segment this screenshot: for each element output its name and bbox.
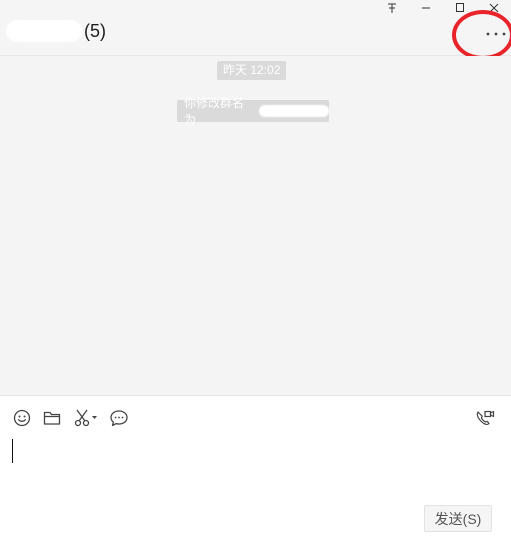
message-area[interactable]: 昨天 12:02 你修改群名为 <box>0 56 511 396</box>
folder-icon[interactable] <box>42 408 62 428</box>
more-dots-icon <box>486 32 506 36</box>
chat-title: (5) <box>6 17 106 45</box>
pin-icon[interactable] <box>375 0 409 16</box>
system-notice-text: 你修改群名为 <box>184 96 245 127</box>
timestamp-badge: 昨天 12:02 <box>217 61 287 80</box>
window-controls <box>375 0 511 16</box>
notice-redacted-name <box>258 105 329 117</box>
text-cursor <box>12 439 13 463</box>
title-redacted-name <box>6 20 82 42</box>
send-button[interactable]: 发送(S) <box>424 505 492 532</box>
minimize-icon[interactable] <box>409 0 443 16</box>
maximize-icon[interactable] <box>443 0 477 16</box>
close-icon[interactable] <box>477 0 511 16</box>
more-options-button[interactable] <box>478 24 511 44</box>
composer-toolbar <box>0 397 511 437</box>
emoji-icon[interactable] <box>12 408 32 428</box>
screenshot-scissors-icon[interactable] <box>72 408 100 428</box>
video-call-icon[interactable] <box>474 408 496 428</box>
system-notice: 你修改群名为 <box>177 96 329 127</box>
chat-header: (5) <box>0 0 511 56</box>
member-count: (5) <box>84 20 106 41</box>
chat-history-icon[interactable] <box>108 408 130 428</box>
